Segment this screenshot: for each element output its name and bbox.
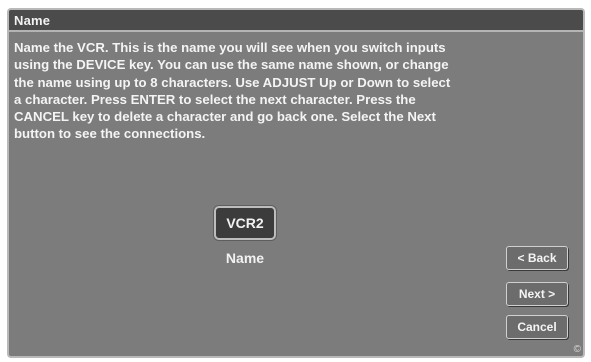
cancel-button[interactable]: Cancel xyxy=(506,315,568,339)
setup-dialog: Name Name the VCR. This is the name you … xyxy=(7,8,585,358)
instructions-text: Name the VCR. This is the name you will … xyxy=(14,40,451,142)
title-bar: Name xyxy=(9,10,583,32)
name-input[interactable]: VCR2 xyxy=(214,206,276,240)
next-button[interactable]: Next > xyxy=(506,282,568,306)
back-button[interactable]: < Back xyxy=(506,246,568,270)
name-value: VCR2 xyxy=(226,215,264,231)
dialog-title: Name xyxy=(14,13,51,28)
copyright-icon: © xyxy=(573,344,581,355)
name-label: Name xyxy=(225,250,265,266)
